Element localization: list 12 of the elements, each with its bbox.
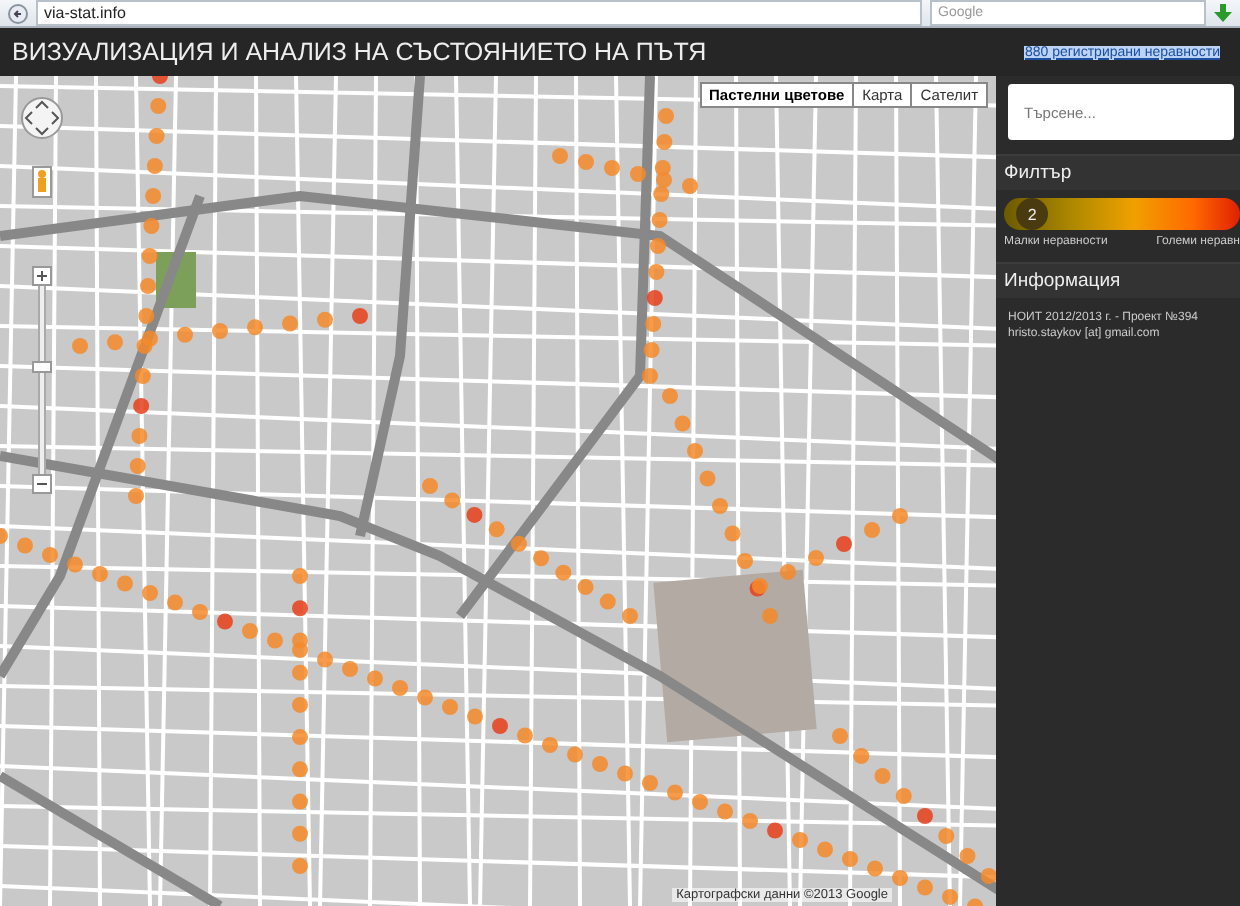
address-field[interactable]: via-stat.info bbox=[36, 0, 922, 26]
back-icon[interactable] bbox=[8, 3, 28, 23]
zoom-slider-icon[interactable] bbox=[32, 266, 52, 496]
info-heading: Информация bbox=[996, 262, 1240, 298]
address-text: via-stat.info bbox=[44, 4, 126, 22]
street-view-person-icon[interactable] bbox=[32, 166, 52, 198]
download-arrow-icon[interactable] bbox=[1214, 4, 1232, 22]
bump-size-slider[interactable]: 2 bbox=[1004, 198, 1240, 230]
pan-control-icon[interactable] bbox=[20, 96, 64, 140]
page-title: ВИЗУАЛИЗАЦИЯ И АНАЛИЗ НА СЪСТОЯНИЕТО НА ПЪТЯ bbox=[12, 38, 707, 66]
min-slider-handle[interactable]: 2 bbox=[1016, 198, 1049, 230]
filter-heading: Филтър bbox=[996, 154, 1240, 190]
